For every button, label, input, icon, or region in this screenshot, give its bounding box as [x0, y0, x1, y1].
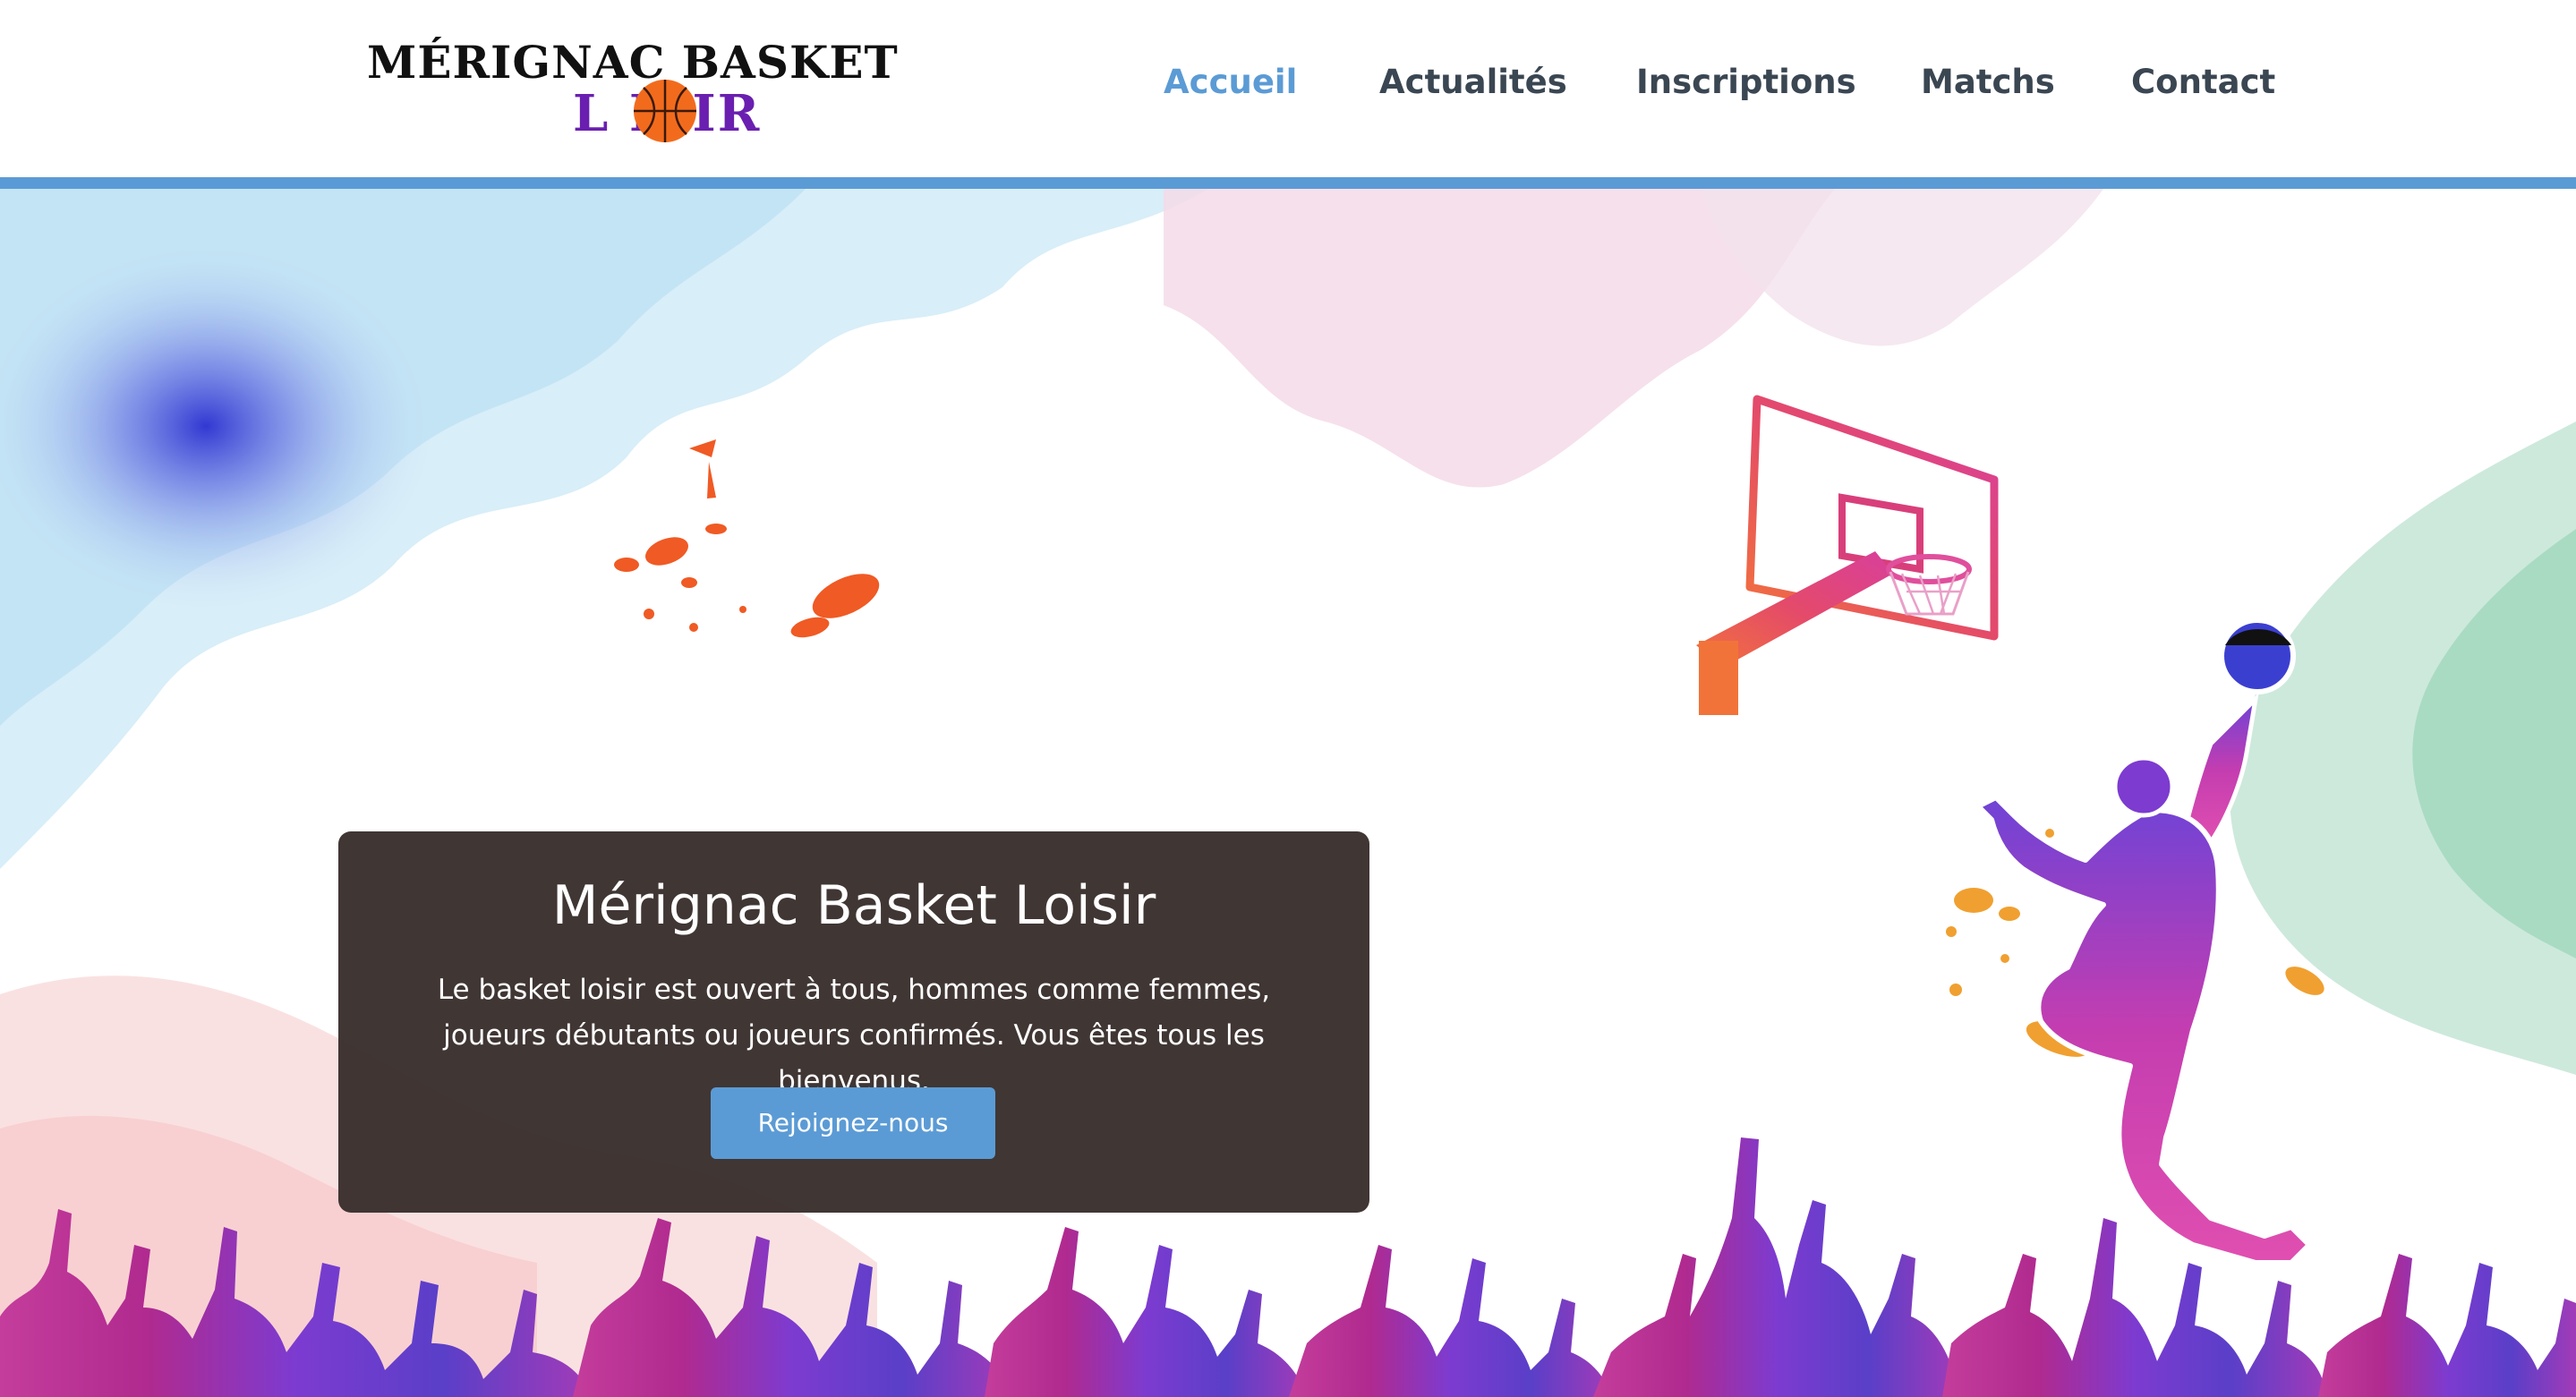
- hero-title: Mérignac Basket Loisir: [551, 874, 1156, 937]
- nav-item-actualites[interactable]: Actualités: [1379, 63, 1567, 101]
- basketball-icon: [634, 80, 696, 142]
- hero-card: Mérignac Basket Loisir Le basket loisir …: [338, 831, 1369, 1213]
- nav-item-inscriptions[interactable]: Inscriptions: [1636, 63, 1856, 101]
- site-header: MÉRIGNAC BASKET L ISIR Accueil Actualité…: [0, 0, 2576, 177]
- hero-description: Le basket loisir est ouvert à tous, homm…: [437, 974, 1271, 1097]
- nav-item-matchs[interactable]: Matchs: [1921, 63, 2055, 101]
- join-us-button[interactable]: Rejoignez-nous: [711, 1087, 995, 1159]
- nav-item-accueil[interactable]: Accueil: [1164, 63, 1297, 101]
- hero-background-illustration: [0, 189, 2576, 1397]
- page: MÉRIGNAC BASKET L ISIR Accueil Actualité…: [0, 0, 2576, 1397]
- header-accent-bar: [0, 177, 2576, 189]
- site-logo[interactable]: MÉRIGNAC BASKET L ISIR: [367, 36, 898, 152]
- hero-section: Mérignac Basket Loisir Le basket loisir …: [0, 189, 2576, 1397]
- nav-item-contact[interactable]: Contact: [2131, 63, 2275, 101]
